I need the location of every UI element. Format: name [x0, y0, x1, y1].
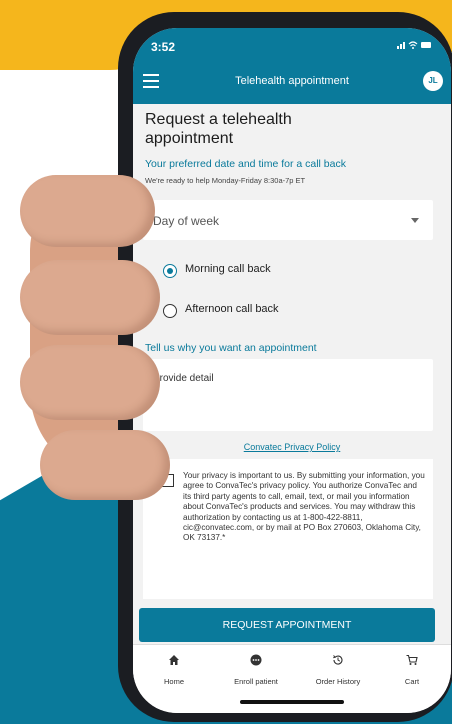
- radio-afternoon[interactable]: [163, 304, 177, 318]
- enroll-icon: [221, 653, 291, 671]
- hand-finger-1: [20, 175, 155, 247]
- reason-label: Tell us why you want an appointment: [145, 342, 317, 354]
- tab-cart[interactable]: Cart: [377, 653, 447, 686]
- tab-history-label: Order History: [315, 677, 361, 686]
- phone-screen: 3:52 Telehealth appointment JL Request a…: [133, 28, 451, 713]
- tab-home-label: Home: [163, 677, 184, 686]
- preferred-time-subtitle: Your preferred date and time for a call …: [145, 158, 346, 170]
- tab-home[interactable]: Home: [139, 653, 209, 686]
- avatar[interactable]: JL: [423, 71, 443, 91]
- reason-textarea[interactable]: Provide detail: [143, 359, 433, 431]
- tab-cart-label: Cart: [404, 677, 420, 686]
- privacy-policy-link[interactable]: Convatec Privacy Policy: [133, 442, 451, 452]
- status-icons: [397, 40, 433, 53]
- radio-morning[interactable]: [163, 264, 177, 278]
- afternoon-callback-label: Afternoon call back: [185, 303, 279, 315]
- day-of-week-select[interactable]: Day of week: [143, 200, 433, 240]
- consent-box: Your privacy is important to us. By subm…: [143, 459, 433, 599]
- status-bar: 3:52: [133, 28, 451, 62]
- status-time: 3:52: [151, 40, 176, 54]
- form-content: Request a telehealth appointment Your pr…: [133, 104, 451, 644]
- chevron-down-icon: [411, 218, 419, 223]
- day-of-week-value: Day of week: [153, 214, 220, 228]
- page-title: Request a telehealth appointment: [145, 111, 292, 147]
- consent-text: Your privacy is important to us. By subm…: [183, 471, 425, 543]
- history-icon: [303, 653, 373, 671]
- hand-finger-2: [20, 260, 160, 335]
- app-bar-title: Telehealth appointment: [235, 75, 349, 87]
- tab-enroll-patient[interactable]: Enroll patient: [221, 653, 291, 686]
- tab-order-history[interactable]: Order History: [303, 653, 373, 686]
- cart-icon: [377, 653, 447, 671]
- hand-finger-4: [40, 430, 170, 500]
- hours-note: We're ready to help Monday-Friday 8:30a-…: [145, 176, 306, 185]
- app-bar: Telehealth appointment JL: [133, 62, 451, 104]
- morning-callback-label: Morning call back: [185, 263, 271, 275]
- signal-wifi-battery-icon: [397, 41, 431, 49]
- reason-placeholder: Provide detail: [153, 373, 214, 384]
- home-icon: [139, 653, 209, 671]
- tab-enroll-label: Enroll patient: [234, 677, 278, 686]
- home-indicator: [240, 700, 344, 704]
- request-appointment-button[interactable]: REQUEST APPOINTMENT: [139, 608, 435, 642]
- hand-finger-3: [20, 345, 160, 420]
